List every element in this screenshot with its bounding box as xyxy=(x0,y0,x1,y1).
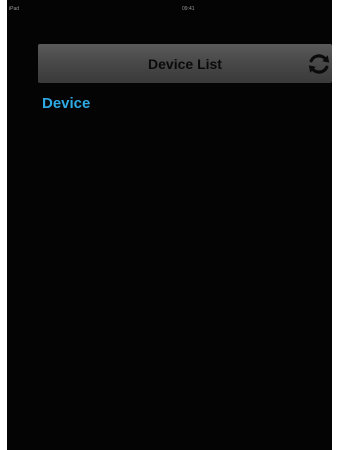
status-time: 09:41 xyxy=(182,6,195,12)
device-frame: iPad 09:41 Device List Device xyxy=(0,0,339,450)
status-carrier: iPad xyxy=(9,6,20,12)
navigation-bar: Device List xyxy=(38,44,332,83)
status-bar: iPad 09:41 xyxy=(7,0,332,18)
refresh-icon xyxy=(308,54,330,74)
navbar-title: Device List xyxy=(148,56,222,72)
device-section-header: Device xyxy=(42,95,91,112)
refresh-button[interactable] xyxy=(306,51,332,77)
app-screen: iPad 09:41 Device List Device xyxy=(7,0,332,450)
